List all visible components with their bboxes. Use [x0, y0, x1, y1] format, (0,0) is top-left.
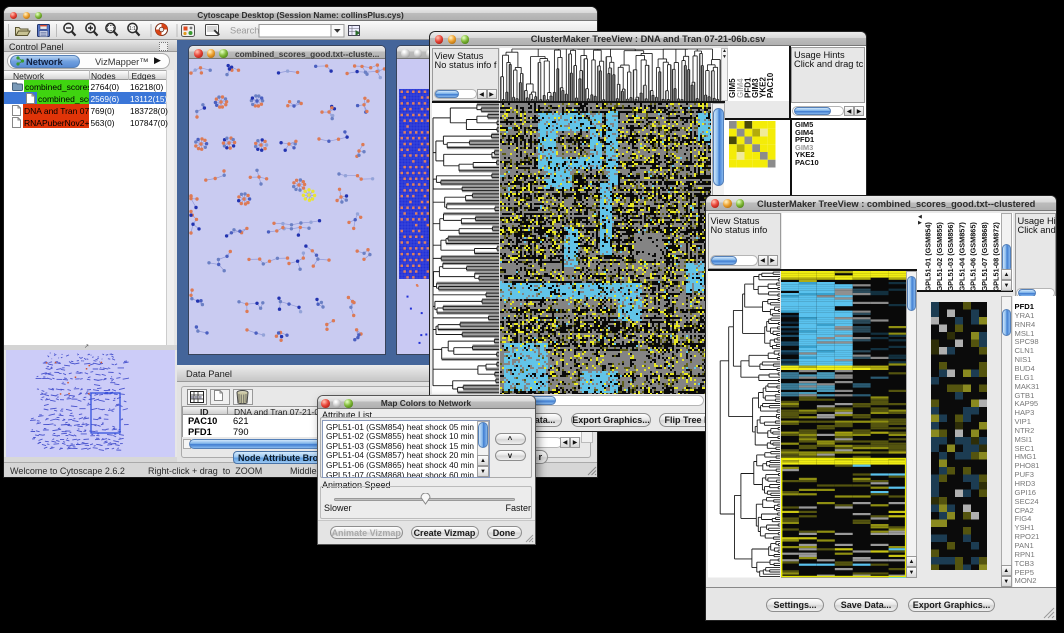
- svg-text:GPL51-06 (GSM865): GPL51-06 (GSM865): [969, 221, 978, 291]
- svg-text:GPL51-04 (GSM857): GPL51-04 (GSM857): [957, 221, 966, 291]
- svg-text:GPL51-03 (GSM856): GPL51-03 (GSM856): [946, 221, 955, 291]
- svg-text:Search:: Search:: [230, 26, 262, 36]
- svg-text:GPL51-02 (GSM855): GPL51-02 (GSM855): [935, 221, 944, 291]
- svg-text:1:1: 1:1: [129, 26, 136, 32]
- svg-text:PAC10: PAC10: [766, 72, 775, 98]
- svg-text:GPL51-07 (GSM868): GPL51-07 (GSM868): [980, 221, 989, 291]
- svg-text:GPL51-01 (GSM854): GPL51-01 (GSM854): [924, 221, 933, 291]
- svg-text:GPL51-08 (GSM872): GPL51-08 (GSM872): [991, 221, 1000, 291]
